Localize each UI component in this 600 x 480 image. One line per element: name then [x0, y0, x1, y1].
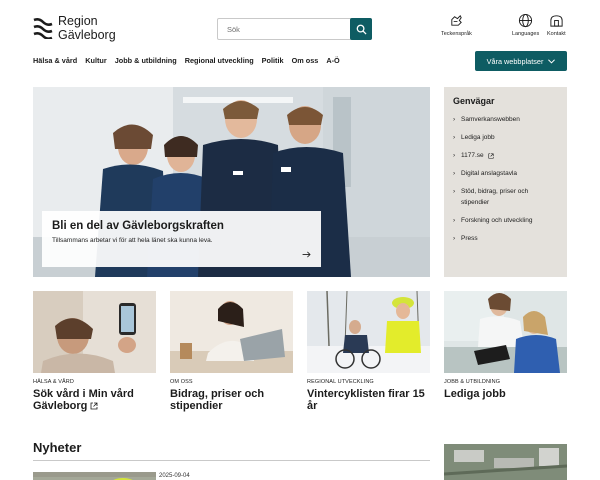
card-title-text: Sök vård i Min vård Gävleborg [33, 388, 134, 412]
chevron-right-icon: › [453, 235, 456, 243]
news-item-image[interactable] [33, 472, 156, 480]
shortcuts-panel: Genvägar › Samverkanswebben › Lediga job… [444, 87, 567, 277]
card-title: Vintercyklisten firar 15 år [307, 388, 425, 412]
logo-text: Region Gävleborg [58, 14, 116, 42]
shortcut-label: Samverkanswebben [461, 116, 520, 123]
card-photo-laptop [170, 291, 293, 373]
card-lediga-jobb[interactable]: JOBB & UTBILDNING Lediga jobb [444, 291, 567, 400]
hero-title: Bli en del av Gävleborgskraften [52, 220, 224, 232]
card-category: JOBB & UTBILDNING [444, 379, 501, 385]
util-languages[interactable]: Languages [512, 13, 539, 37]
logo-line-1: Region [58, 14, 98, 28]
card-vintercyklisten[interactable]: REGIONAL UTVECKLING Vintercyklisten fira… [307, 291, 430, 412]
shortcut-label: Lediga jobb [461, 134, 495, 142]
card-title: Sök vård i Min vård Gävleborg [33, 388, 156, 412]
nav-item-halsa-vard[interactable]: Hälsa & vård [33, 56, 77, 65]
news-heading: Nyheter [33, 440, 82, 455]
hero-banner[interactable]: Bli en del av Gävleborgskraften Tillsamm… [33, 87, 430, 277]
chevron-right-icon: › [453, 216, 456, 224]
logo-line-2: Gävleborg [58, 28, 116, 42]
card-category: REGIONAL UTVECKLING [307, 379, 374, 385]
util-label: Teckenspråk [441, 31, 472, 37]
arrow-right-icon [302, 251, 311, 258]
search-icon [356, 24, 367, 35]
nav-item-om-oss[interactable]: Om oss [292, 56, 319, 65]
card-image [33, 291, 156, 373]
chevron-down-icon [548, 58, 556, 63]
our-websites-label: Våra webbplatser [486, 56, 544, 66]
shortcut-label: Press [461, 235, 478, 243]
card-title: Lediga jobb [444, 388, 506, 400]
chevron-right-icon: › [453, 152, 456, 160]
chevron-right-icon: › [453, 134, 456, 142]
search-input[interactable] [218, 19, 350, 39]
search-bar [217, 18, 372, 40]
shortcut-digital-anslagstavla[interactable]: › Digital anslagstavla [453, 169, 558, 180]
chevron-right-icon: › [453, 170, 456, 178]
shortcuts-title: Genvägar [453, 96, 495, 106]
util-sign-language[interactable]: Teckenspråk [441, 13, 472, 37]
shortcut-1177[interactable]: › 1177.se [453, 151, 558, 162]
region-logo[interactable]: Region Gävleborg [33, 13, 143, 43]
util-contact[interactable]: Kontakt [547, 13, 566, 37]
external-link-icon [488, 153, 494, 159]
chevron-right-icon: › [453, 116, 456, 123]
shortcut-label: Forskning och utveckling [461, 216, 533, 224]
nav-item-politik[interactable]: Politik [262, 56, 284, 65]
util-label: Languages [512, 31, 540, 37]
news-item-date: 2025-09-04 [159, 473, 190, 479]
card-bidrag[interactable]: OM OSS Bidrag, priser och stipendier [170, 291, 293, 412]
logo-mark-icon [33, 18, 53, 39]
card-title: Bidrag, priser och stipendier [170, 388, 265, 412]
main-nav: Hälsa & vård Kultur Jobb & utbildning Re… [33, 56, 348, 65]
card-image [444, 291, 567, 373]
shortcut-label: 1177.se [461, 152, 484, 160]
search-button[interactable] [350, 18, 372, 40]
shortcut-press[interactable]: › Press [453, 234, 558, 245]
news-divider [33, 460, 430, 461]
card-photo-cyclists [307, 291, 430, 373]
shortcut-lediga-jobb[interactable]: › Lediga jobb [453, 133, 558, 144]
contact-icon [550, 15, 563, 27]
nav-item-a-o[interactable]: A-Ö [326, 56, 339, 65]
globe-icon [519, 13, 533, 28]
shortcut-samverkanswebben[interactable]: › Samverkanswebben [453, 115, 558, 126]
hero-subtitle: Tillsammans arbetar vi för att hela läne… [52, 237, 213, 244]
nav-item-jobb-utbildning[interactable]: Jobb & utbildning [115, 56, 177, 65]
card-category: HÄLSA & VÅRD [33, 379, 74, 385]
shortcut-stod-bidrag[interactable]: › Stöd, bidrag, priser och stipendier [453, 187, 558, 208]
card-min-vard[interactable]: HÄLSA & VÅRD Sök vård i Min vård Gävlebo… [33, 291, 156, 412]
chevron-right-icon: › [453, 188, 456, 196]
card-image [170, 291, 293, 373]
shortcut-forskning[interactable]: › Forskning och utveckling [453, 216, 558, 227]
card-image [307, 291, 430, 373]
aerial-photo [444, 444, 567, 480]
card-photo-phone [33, 291, 156, 373]
hero-caption: Bli en del av Gävleborgskraften Tillsamm… [42, 211, 321, 267]
our-websites-button[interactable]: Våra webbplatser [475, 51, 567, 71]
shortcut-label: Digital anslagstavla [461, 170, 518, 178]
nav-item-kultur[interactable]: Kultur [85, 56, 106, 65]
aerial-image[interactable] [444, 444, 567, 480]
sign-language-icon [451, 15, 462, 26]
util-label: Kontakt [547, 31, 566, 37]
card-photo-office [444, 291, 567, 373]
external-link-icon [91, 402, 98, 410]
shortcut-label: Stöd, bidrag, priser och stipendier [460, 188, 529, 206]
card-category: OM OSS [170, 379, 193, 385]
nav-item-regional-utveckling[interactable]: Regional utveckling [185, 56, 254, 65]
